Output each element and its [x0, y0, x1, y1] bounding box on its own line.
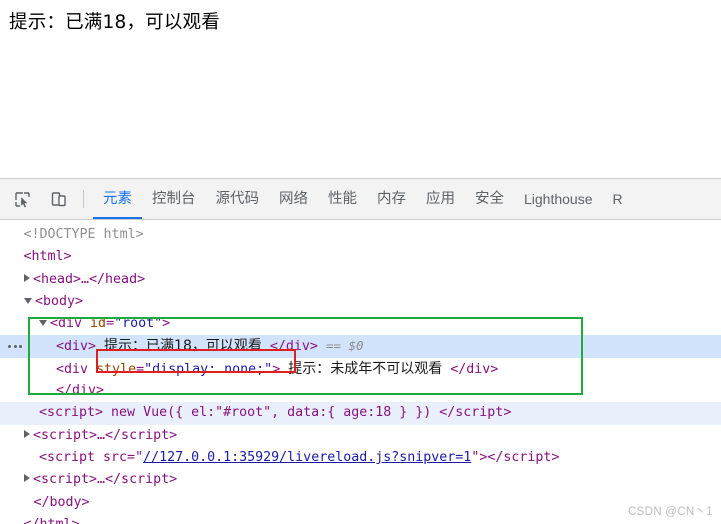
- tab-sources[interactable]: 源代码: [206, 179, 270, 219]
- rendered-page-area: 提示：已满18，可以观看: [0, 0, 721, 178]
- selected-open-tag: <div>: [56, 339, 97, 355]
- body-close-tag: </body>: [33, 494, 90, 510]
- hidden-attr-name[interactable]: style: [96, 362, 136, 377]
- collapse-triangle-icon[interactable]: [24, 297, 32, 304]
- dom-node-root-div-close[interactable]: </div>: [0, 380, 721, 402]
- node-options-dots-icon[interactable]: [4, 335, 26, 357]
- toolbar-divider: [83, 190, 84, 208]
- root-close-bracket: >: [162, 316, 171, 332]
- tab-memory[interactable]: 内存: [367, 179, 416, 219]
- page-visible-text: 提示：已满18，可以观看: [9, 12, 220, 33]
- root-attr-value: "root": [114, 316, 163, 332]
- hidden-text-node: 提示：未成年不可以观看: [288, 360, 443, 377]
- html-close-tag: </html>: [24, 517, 80, 524]
- script-src-url[interactable]: //127.0.0.1:35929/livereload.js?snipver=…: [143, 450, 471, 465]
- console-ref-label: == $0: [325, 338, 364, 354]
- script-collapsed-1-text: <script>…</script>: [33, 427, 178, 443]
- script-src-prefix: <script src=": [39, 449, 144, 465]
- selected-close-tag: </div>: [269, 339, 318, 355]
- devtools-toolbar: 元素 控制台 源代码 网络 性能 内存 应用 安全 Lighthouse R: [0, 179, 721, 220]
- dom-node-body-open[interactable]: <body>: [0, 291, 721, 313]
- collapse-triangle-icon[interactable]: [39, 320, 47, 327]
- doctype-text: <!DOCTYPE html>: [23, 227, 144, 242]
- script-collapsed-2-text: <script>…</script>: [33, 472, 178, 488]
- hidden-attr-value[interactable]: "display: none;": [144, 362, 272, 377]
- tab-security[interactable]: 安全: [465, 179, 514, 219]
- dom-node-head[interactable]: <head>…</head>: [0, 269, 721, 291]
- dom-tree[interactable]: <!DOCTYPE html> <html> <head>…</head> <b…: [0, 220, 721, 524]
- root-close-tag: </div>: [56, 383, 105, 399]
- dom-node-script-collapsed-2[interactable]: <script>…</script>: [0, 469, 721, 491]
- root-open-tag: <div: [50, 316, 83, 332]
- tab-application[interactable]: 应用: [416, 179, 465, 219]
- expand-triangle-icon[interactable]: [24, 429, 30, 438]
- inspect-element-icon[interactable]: [8, 185, 36, 213]
- tab-console[interactable]: 控制台: [142, 179, 206, 219]
- tab-lighthouse[interactable]: Lighthouse: [514, 179, 603, 219]
- tab-elements[interactable]: 元素: [93, 179, 142, 219]
- dom-node-html-close[interactable]: </html>: [0, 514, 721, 524]
- dom-node-selected-div[interactable]: <div> 提示：已满18，可以观看 </div> == $0: [0, 335, 721, 358]
- dom-node-script-livereload[interactable]: <script src="//127.0.0.1:35929/livereloa…: [0, 447, 721, 469]
- html-open-tag: <html>: [23, 249, 72, 265]
- device-toolbar-icon[interactable]: [44, 185, 72, 213]
- devtools-panel: 元素 控制台 源代码 网络 性能 内存 应用 安全 Lighthouse R <…: [0, 178, 721, 524]
- script-vue-text: <script> new Vue({ el:"#root", data:{ ag…: [39, 405, 512, 421]
- expand-triangle-icon[interactable]: [24, 273, 30, 282]
- body-open-tag: <body>: [35, 293, 84, 309]
- hidden-close-tag: </div>: [450, 361, 499, 377]
- dom-node-script-collapsed-1[interactable]: <script>…</script>: [0, 425, 721, 447]
- dom-node-html-open[interactable]: <html>: [0, 246, 721, 268]
- head-collapsed-tag: <head>…</head>: [33, 271, 146, 287]
- dom-node-hidden-div[interactable]: <div style="display: none;"> 提示：未成年不可以观看…: [0, 358, 721, 380]
- dom-node-body-close[interactable]: </body>: [0, 492, 721, 514]
- dom-node-doctype[interactable]: <!DOCTYPE html>: [0, 224, 721, 246]
- watermark: CSDN @CN丶1: [628, 506, 713, 518]
- dom-node-root-div-open[interactable]: <div id="root">: [0, 313, 721, 335]
- hidden-open-tag: <div: [56, 361, 89, 377]
- expand-triangle-icon[interactable]: [24, 474, 30, 483]
- tab-network[interactable]: 网络: [269, 179, 318, 219]
- dom-node-script-vue[interactable]: <script> new Vue({ el:"#root", data:{ ag…: [0, 402, 721, 425]
- selected-text-node: 提示：已满18，可以观看: [104, 338, 262, 355]
- script-src-suffix: "></script>: [471, 449, 560, 465]
- tab-performance[interactable]: 性能: [318, 179, 367, 219]
- root-attr-name: id: [90, 316, 107, 332]
- hidden-close-bracket: >: [272, 361, 281, 377]
- tab-recorder[interactable]: R: [603, 179, 633, 219]
